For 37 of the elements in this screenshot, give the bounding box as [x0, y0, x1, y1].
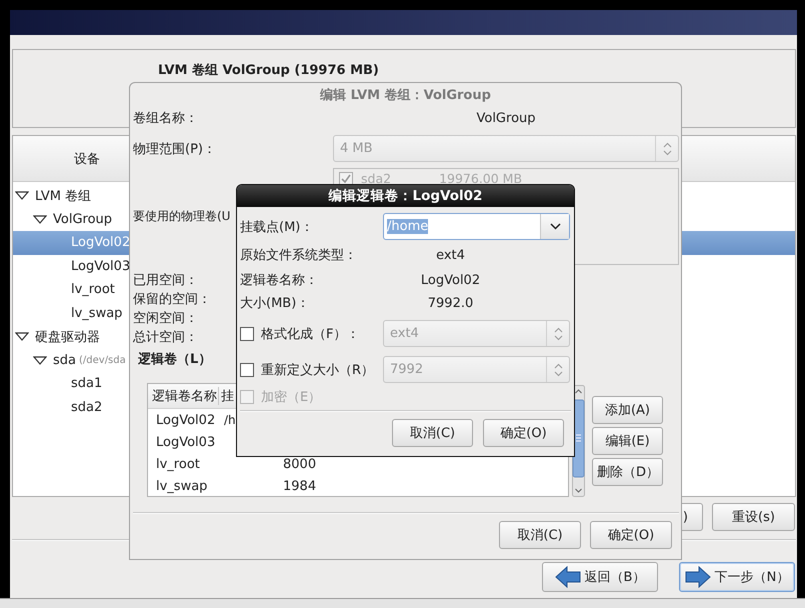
option-label: 重新定义大小（R）	[261, 362, 374, 378]
field-value: 7992.0	[426, 296, 474, 310]
field-label: 原始文件系统类型：	[240, 247, 358, 264]
field-label: 大小(MB)：	[240, 295, 310, 312]
tree-label: LVM 卷组	[35, 188, 92, 205]
field-label: 逻辑卷名称：	[240, 272, 319, 289]
section-heading: 逻辑卷（L）	[138, 352, 212, 367]
field-value: LogVol02	[420, 272, 482, 288]
dialog-title: 编辑逻辑卷：LogVol02	[237, 185, 574, 207]
table-cell-text: 1984	[282, 478, 316, 494]
field-label: 已用空间：	[133, 272, 198, 290]
field-label: 空闲空间：	[133, 310, 198, 328]
field-value: VolGroup	[475, 110, 537, 126]
field-label: 总计空间：	[133, 329, 198, 347]
tree-label: sda	[53, 352, 76, 368]
device-path: (/dev/sda	[79, 354, 126, 366]
field-value: ext4	[435, 248, 466, 262]
tree-label: LogVol02	[71, 235, 130, 250]
field-label: 物理范围(P)：	[133, 140, 217, 158]
volume-group-heading: LVM 卷组 VolGroup (19976 MB)	[158, 62, 379, 79]
table-cell-text: LogVol03	[155, 434, 216, 450]
tree-label: 硬盘驱动器	[35, 328, 100, 346]
tree-label: VolGroup	[53, 212, 112, 227]
table-cell-text: lv_swap	[155, 478, 208, 494]
table-cell-text: lv_root	[155, 456, 200, 472]
dialog-title: 编辑 LVM 卷组：VolGroup	[318, 86, 492, 104]
volume-name: sda2	[361, 171, 392, 186]
field-label: 卷组名称：	[133, 110, 199, 127]
table-cell-text: 8000	[282, 456, 316, 472]
option-label: 加密（E）	[261, 389, 322, 406]
table-cell-text: LogVol02	[155, 412, 216, 428]
option-label: 格式化成（F）：	[261, 326, 360, 342]
field-label: 挂载点(M)：	[240, 218, 314, 236]
table-cell-text: /h	[223, 413, 236, 427]
field-label: 要使用的物理卷(U	[133, 208, 232, 225]
volume-size: 19976.00 MB	[439, 171, 522, 186]
field-label: 保留的空间：	[133, 291, 211, 309]
